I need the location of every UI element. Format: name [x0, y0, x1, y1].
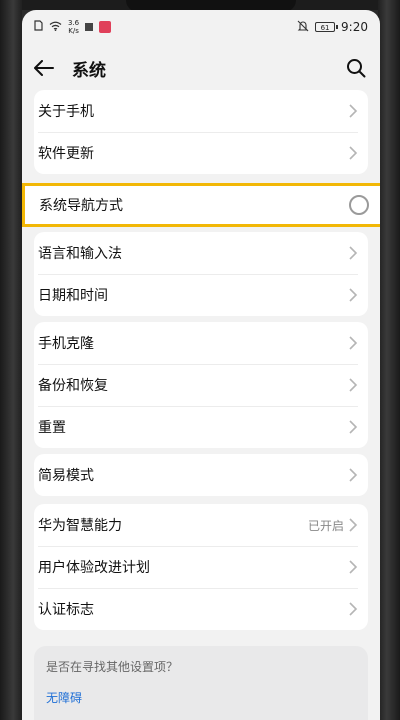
row-label: 语言和输入法	[38, 246, 122, 262]
row-ux-improvement[interactable]: 用户体验改进计划	[34, 546, 368, 588]
phone-bezel-left	[0, 0, 22, 720]
wifi-icon	[49, 20, 62, 34]
battery-level: 61	[320, 24, 330, 32]
chevron-right-icon	[349, 378, 358, 392]
row-label: 用户体验改进计划	[38, 560, 150, 576]
notification-icon	[85, 23, 94, 31]
settings-group-2: 语言和输入法 日期和时间	[34, 232, 368, 316]
row-label: 重置	[38, 420, 66, 436]
row-label: 认证标志	[38, 602, 94, 618]
settings-group-1: 关于手机 软件更新	[34, 90, 368, 174]
row-backup-restore[interactable]: 备份和恢复	[34, 364, 368, 406]
chevron-right-icon	[349, 518, 358, 532]
chevron-right-icon	[349, 468, 358, 482]
phone-screen: 3.6 K/s 61 9:20 系统 关于手机 软件更新 系统导航方式 语言和输…	[22, 10, 380, 720]
suggestion-card: 是否在寻找其他设置项？ 无障碍	[34, 646, 368, 720]
back-button[interactable]	[22, 48, 66, 88]
status-bar: 3.6 K/s 61 9:20	[22, 10, 380, 44]
row-huawei-smart[interactable]: 华为智慧能力 已开启	[34, 504, 368, 546]
arrow-left-icon	[34, 60, 54, 76]
settings-group-5: 华为智慧能力 已开启 用户体验改进计划 认证标志	[34, 504, 368, 630]
accessibility-link[interactable]: 无障碍	[46, 689, 356, 706]
row-label: 日期和时间	[38, 288, 108, 304]
row-date-time[interactable]: 日期和时间	[34, 274, 368, 316]
suggestion-question: 是否在寻找其他设置项？	[46, 660, 179, 674]
row-certification[interactable]: 认证标志	[34, 588, 368, 630]
battery-icon: 61	[315, 22, 339, 32]
sim-icon	[34, 20, 43, 34]
network-speed-unit: K/s	[68, 27, 79, 35]
row-label: 手机克隆	[38, 336, 94, 352]
row-label: 简易模式	[38, 468, 94, 484]
app-notification-icon	[99, 21, 112, 33]
row-reset[interactable]: 重置	[34, 406, 368, 448]
settings-group-4: 简易模式	[34, 454, 368, 496]
status-value: 已开启	[307, 518, 344, 533]
chevron-right-icon	[349, 246, 358, 260]
settings-group-3: 手机克隆 备份和恢复 重置	[34, 322, 368, 448]
chevron-right-icon	[349, 560, 358, 574]
network-speed: 3.6 K/s	[68, 19, 79, 35]
search-icon	[347, 59, 366, 78]
row-label: 华为智慧能力	[38, 518, 122, 534]
chevron-right-icon	[349, 104, 358, 118]
header: 系统	[22, 48, 380, 88]
chevron-right-icon	[349, 288, 358, 302]
chevron-right-icon	[349, 420, 358, 434]
mute-icon	[297, 20, 309, 35]
touch-indicator-icon	[349, 195, 369, 215]
row-label: 软件更新	[38, 146, 94, 162]
page-title: 系统	[72, 60, 106, 81]
row-label: 备份和恢复	[38, 378, 108, 394]
chevron-right-icon	[349, 146, 358, 160]
row-system-navigation[interactable]: 系统导航方式	[22, 183, 380, 227]
row-software-update[interactable]: 软件更新	[34, 132, 368, 174]
row-phone-clone[interactable]: 手机克隆	[34, 322, 368, 364]
network-speed-value: 3.6	[68, 19, 80, 27]
row-label: 关于手机	[38, 104, 94, 120]
row-language-input[interactable]: 语言和输入法	[34, 232, 368, 274]
row-label: 系统导航方式	[39, 198, 123, 214]
chevron-right-icon	[349, 602, 358, 616]
phone-bezel-right	[378, 0, 400, 720]
search-button[interactable]	[342, 54, 370, 82]
row-simple-mode[interactable]: 简易模式	[34, 454, 368, 496]
row-about-phone[interactable]: 关于手机	[34, 90, 368, 132]
clock: 9:20	[341, 20, 368, 34]
chevron-right-icon	[349, 336, 358, 350]
